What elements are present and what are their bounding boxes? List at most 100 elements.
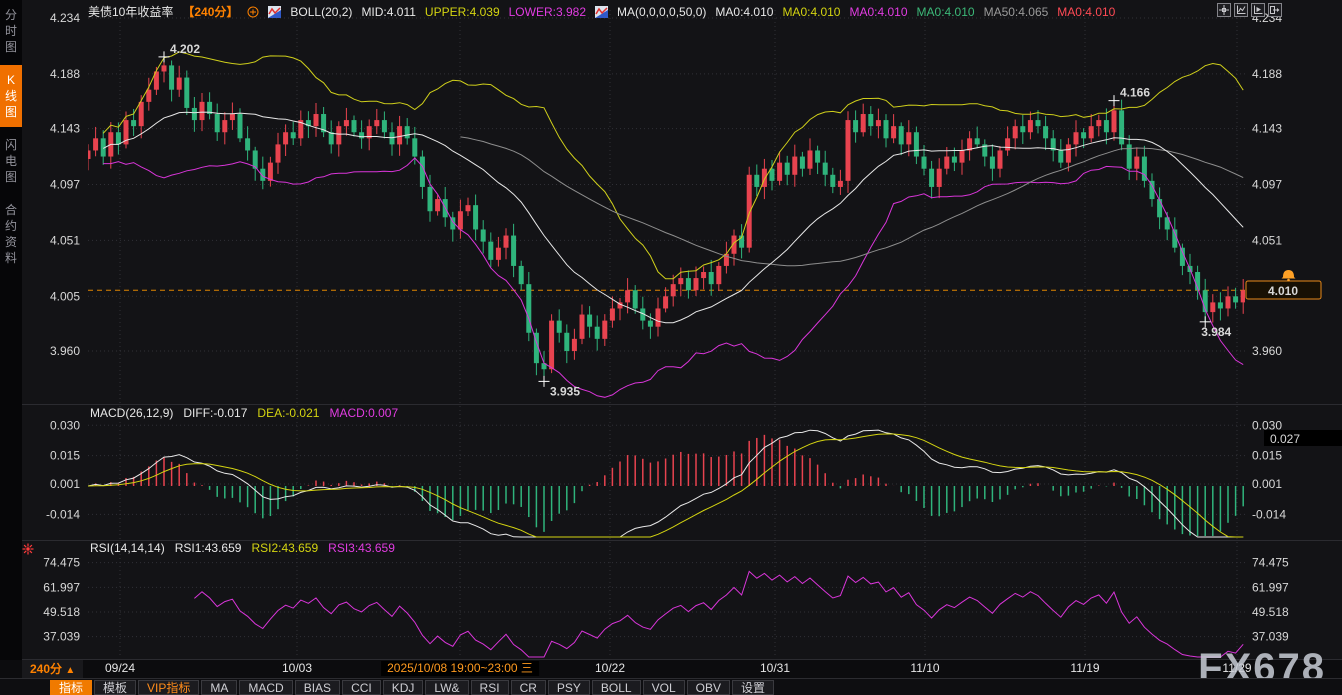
svg-text:61.997: 61.997 — [43, 580, 80, 594]
time-label-4: 10/22 — [595, 661, 625, 676]
svg-text:37.039: 37.039 — [43, 630, 80, 644]
toolbar-button-4[interactable]: MA — [201, 680, 237, 695]
macd-label: MACD(26,12,9) — [90, 406, 173, 421]
macd-current-box: 0.027 — [1264, 430, 1342, 446]
toolbar-button-13[interactable]: BOLL — [592, 680, 641, 695]
toolbar-button-10[interactable]: RSI — [471, 680, 509, 695]
toolbar-button-15[interactable]: OBV — [687, 680, 730, 695]
svg-text:3.935: 3.935 — [550, 384, 580, 398]
svg-text:0.030: 0.030 — [50, 418, 80, 432]
toolbar-button-7[interactable]: CCI — [342, 680, 381, 695]
toolbar-button-14[interactable]: VOL — [643, 680, 685, 695]
time-label-6: 11/10 — [910, 661, 939, 676]
alert-starburst-icon[interactable] — [23, 544, 34, 555]
ma-indicator-icon[interactable] — [595, 6, 608, 18]
ma-value-4: MA0:4.010 — [917, 5, 975, 19]
svg-text:4.202: 4.202 — [170, 42, 200, 56]
exit-panel-icon[interactable] — [1268, 3, 1282, 17]
toolbar-button-9[interactable]: LW& — [425, 680, 468, 695]
svg-text:3.960: 3.960 — [1252, 344, 1282, 358]
time-label-1: 09/24 — [105, 661, 135, 676]
svg-text:49.518: 49.518 — [43, 605, 80, 619]
svg-text:37.039: 37.039 — [1252, 630, 1289, 644]
sidebar-tab-4[interactable]: 合 约 资 料 — [0, 195, 22, 273]
current-price-box: 4.010 — [1246, 281, 1321, 299]
rsi-label: RSI(14,14,14) — [90, 541, 165, 556]
svg-text:4.097: 4.097 — [50, 178, 80, 192]
toolbar-button-11[interactable]: CR — [511, 680, 546, 695]
ma-value-6: MA0:4.010 — [1057, 5, 1115, 19]
chart-tools — [1217, 3, 1282, 17]
boll-indicator-icon[interactable] — [268, 6, 281, 18]
svg-text:4.051: 4.051 — [50, 233, 80, 247]
svg-text:0.001: 0.001 — [1252, 477, 1282, 491]
svg-text:0.027: 0.027 — [1270, 432, 1300, 446]
toolbar-button-16[interactable]: 设置 — [732, 680, 774, 695]
rsi1-value: RSI1:43.659 — [175, 541, 242, 556]
crosshair-tool-icon[interactable] — [1217, 3, 1231, 17]
toolbar-button-3[interactable]: VIP指标 — [138, 680, 199, 695]
svg-text:74.475: 74.475 — [43, 556, 80, 570]
svg-text:74.475: 74.475 — [1252, 556, 1289, 570]
svg-text:4.005: 4.005 — [50, 289, 80, 303]
macd-diff-value: DIFF:-0.017 — [183, 406, 247, 421]
sidebar-tab-3[interactable]: 闪 电 图 — [0, 130, 22, 192]
svg-text:4.143: 4.143 — [1252, 122, 1282, 136]
time-label-5: 10/31 — [760, 661, 790, 676]
rsi3-value: RSI3:43.659 — [328, 541, 395, 556]
rsi2-value: RSI2:43.659 — [251, 541, 318, 556]
rsi-header: RSI(14,14,14) RSI1:43.659 RSI2:43.659 RS… — [90, 541, 395, 556]
svg-text:4.051: 4.051 — [1252, 233, 1282, 247]
chart-header: 美债10年收益率 【240分】 BOLL(20,2) MID:4.011 UPP… — [88, 3, 1115, 20]
ma-value-1: MA0:4.010 — [715, 5, 773, 19]
svg-text:3.960: 3.960 — [50, 344, 80, 358]
toolbar-button-5[interactable]: MACD — [239, 680, 292, 695]
toolbar-button-2[interactable]: 模板 — [94, 680, 136, 695]
svg-text:4.188: 4.188 — [1252, 67, 1282, 81]
svg-text:4.166: 4.166 — [1120, 86, 1150, 100]
boll-lower: LOWER:3.982 — [509, 5, 586, 19]
boll-upper: UPPER:4.039 — [425, 5, 500, 19]
zoom-fit-icon[interactable] — [1234, 3, 1248, 17]
toolbar-button-12[interactable]: PSY — [548, 680, 590, 695]
time-axis: 240分 ▲ 09/2410/032025/10/08 19:00~23:00 … — [0, 660, 1342, 678]
trading-app-window: 4.2023.9354.1663.9844.2344.2344.1884.188… — [0, 0, 1342, 695]
macd-dea-value: DEA:-0.021 — [257, 406, 319, 421]
time-label-8: 11/29 — [1222, 661, 1251, 676]
svg-text:4.143: 4.143 — [50, 122, 80, 136]
time-label-2: 10/03 — [282, 661, 312, 676]
symbol-title: 美债10年收益率 — [88, 3, 173, 20]
macd-hist-value: MACD:0.007 — [329, 406, 398, 421]
ma-value-2: MA0:4.010 — [782, 5, 840, 19]
time-labels: 09/24 10/03 2025/10/08 19:00~23:00 三 10/22 1… — [0, 660, 1342, 678]
boll-mid: MID:4.011 — [361, 5, 415, 19]
indicator-toolbar: 指标模板VIP指标MAMACDBIASCCIKDJLW&RSICRPSYBOLL… — [0, 678, 1342, 695]
svg-text:4.188: 4.188 — [50, 67, 80, 81]
chart-canvas[interactable]: 4.2023.9354.1663.9844.2344.2344.1884.188… — [0, 0, 1342, 660]
svg-text:0.015: 0.015 — [50, 449, 80, 463]
toolbar-button-8[interactable]: KDJ — [383, 680, 424, 695]
time-label-7: 11/19 — [1070, 661, 1099, 676]
toolbar-button-1[interactable]: 指标 — [50, 680, 92, 695]
candlestick-chart[interactable]: 4.2023.9354.1663.9844.2344.2344.1884.188… — [0, 0, 1342, 660]
sidebar-tab-1[interactable]: 分 时 图 — [0, 0, 22, 62]
minus-circle-icon[interactable] — [247, 6, 259, 18]
svg-text:-0.014: -0.014 — [1252, 507, 1286, 521]
svg-text:61.997: 61.997 — [1252, 580, 1289, 594]
toolbar-button-6[interactable]: BIAS — [295, 680, 340, 695]
play-forward-icon[interactable] — [1251, 3, 1265, 17]
sidebar: 分 时 图 K 线 图闪 电 图合 约 资 料 — [0, 0, 22, 660]
ma-value-3: MA0:4.010 — [849, 5, 907, 19]
svg-text:4.097: 4.097 — [1252, 178, 1282, 192]
ma-values: MA0:4.010MA0:4.010MA0:4.010MA0:4.010MA50… — [715, 5, 1115, 19]
svg-text:4.234: 4.234 — [50, 11, 80, 25]
boll-label: BOLL(20,2) — [290, 5, 352, 19]
svg-text:49.518: 49.518 — [1252, 605, 1289, 619]
current-bar-time-label: 2025/10/08 19:00~23:00 三 — [381, 661, 539, 676]
period-label[interactable]: 【240分】 — [182, 3, 238, 20]
svg-text:4.010: 4.010 — [1268, 284, 1298, 298]
ma-label: MA(0,0,0,0,50,0) — [617, 5, 706, 19]
svg-text:0.015: 0.015 — [1252, 449, 1282, 463]
sidebar-tab-2[interactable]: K 线 图 — [0, 65, 22, 127]
svg-text:3.984: 3.984 — [1201, 325, 1231, 339]
